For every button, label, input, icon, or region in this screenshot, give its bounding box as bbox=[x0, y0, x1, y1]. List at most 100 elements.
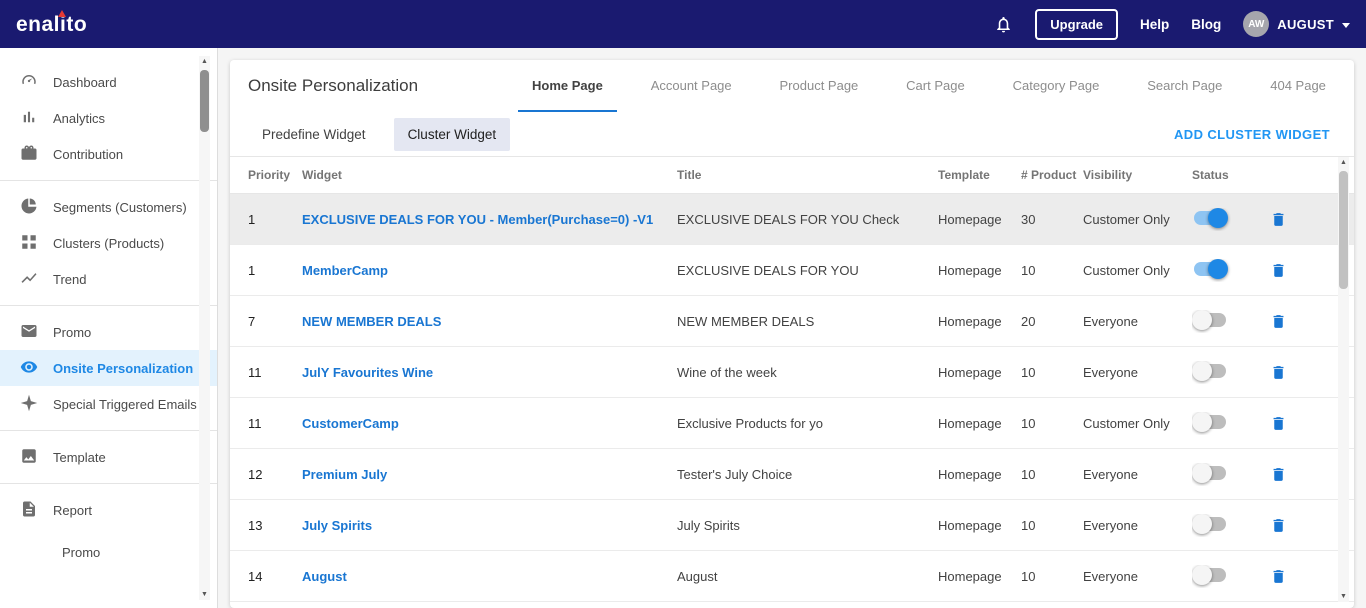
delete-icon[interactable] bbox=[1270, 517, 1318, 534]
tab-account-page[interactable]: Account Page bbox=[637, 60, 746, 112]
row-title: Exclusive Products for yo bbox=[677, 415, 823, 431]
sidebar-item-clusters-products[interactable]: Clusters (Products) bbox=[0, 225, 217, 261]
scroll-down-arrow[interactable]: ▼ bbox=[1338, 591, 1349, 602]
sidebar-item-trend[interactable]: Trend bbox=[0, 261, 217, 297]
logo-accent-triangle bbox=[58, 10, 66, 17]
sidebar-item-analytics[interactable]: Analytics bbox=[0, 100, 217, 136]
table-row: 14 August August Homepage 10 Everyone bbox=[230, 551, 1354, 602]
column-header-template: Template bbox=[938, 168, 990, 182]
row-product-count: 30 bbox=[1021, 211, 1036, 227]
toggle-knob bbox=[1192, 564, 1212, 585]
row-visibility: Everyone bbox=[1083, 568, 1138, 584]
column-header-title: Title bbox=[677, 168, 702, 182]
notification-bell-icon[interactable] bbox=[994, 15, 1013, 34]
scroll-thumb[interactable] bbox=[200, 70, 209, 132]
scroll-up-arrow[interactable]: ▲ bbox=[199, 56, 210, 67]
tab-home-page[interactable]: Home Page bbox=[518, 60, 617, 112]
tab-product-page[interactable]: Product Page bbox=[766, 60, 873, 112]
status-toggle[interactable] bbox=[1192, 207, 1228, 228]
widget-link[interactable]: Premium July bbox=[302, 467, 387, 482]
sidebar-item-dashboard[interactable]: Dashboard bbox=[0, 64, 217, 100]
status-toggle[interactable] bbox=[1192, 564, 1228, 585]
toggle-knob bbox=[1192, 462, 1212, 483]
scroll-thumb[interactable] bbox=[1339, 171, 1348, 289]
sidebar-item-report[interactable]: Report bbox=[0, 492, 217, 528]
sidebar: Dashboard Analytics Contribution Segment… bbox=[0, 48, 218, 608]
template-image-icon bbox=[20, 447, 38, 468]
sidebar-item-onsite-personalization[interactable]: Onsite Personalization bbox=[0, 350, 217, 386]
row-product-count: 20 bbox=[1021, 313, 1036, 329]
row-template-name: Homepage bbox=[938, 364, 1002, 380]
subtab-predefine-widget[interactable]: Predefine Widget bbox=[248, 118, 380, 151]
sidebar-item-label: Template bbox=[53, 449, 106, 465]
table-row: 11 JulY Favourites Wine Wine of the week… bbox=[230, 347, 1354, 398]
sidebar-scrollbar[interactable]: ▲ ▼ bbox=[199, 56, 210, 600]
subtab-cluster-widget[interactable]: Cluster Widget bbox=[393, 117, 511, 151]
delete-icon[interactable] bbox=[1270, 568, 1318, 585]
status-toggle[interactable] bbox=[1192, 411, 1228, 432]
sidebar-item-promo[interactable]: Promo bbox=[0, 314, 217, 350]
promo-envelope-icon bbox=[20, 322, 38, 343]
row-template-name: Homepage bbox=[938, 568, 1002, 584]
sidebar-item-label: Onsite Personalization bbox=[53, 360, 194, 376]
scroll-up-arrow[interactable]: ▲ bbox=[1338, 157, 1349, 168]
row-priority: 11 bbox=[248, 415, 262, 431]
row-product-count: 10 bbox=[1021, 364, 1036, 380]
column-header-priority: Priority bbox=[248, 168, 291, 182]
toggle-knob bbox=[1208, 207, 1228, 228]
sidebar-item-special-triggered-emails[interactable]: Special Triggered Emails bbox=[0, 386, 217, 422]
onsite-personalization-eye-icon bbox=[20, 358, 38, 379]
delete-icon[interactable] bbox=[1270, 211, 1318, 228]
status-toggle[interactable] bbox=[1192, 258, 1228, 279]
widget-link[interactable]: NEW MEMBER DEALS bbox=[302, 314, 441, 329]
sidebar-divider bbox=[0, 305, 217, 306]
row-title: Tester's July Choice bbox=[677, 466, 793, 482]
scroll-down-arrow[interactable]: ▼ bbox=[199, 589, 210, 600]
sidebar-divider bbox=[0, 483, 217, 484]
sidebar-item-label: Dashboard bbox=[53, 74, 117, 90]
sidebar-item-label: Promo bbox=[53, 324, 92, 340]
sidebar-subitem-promo[interactable]: Promo bbox=[0, 534, 217, 570]
widget-link[interactable]: August bbox=[302, 569, 347, 584]
tab-404-page[interactable]: 404 Page bbox=[1256, 60, 1340, 112]
sidebar-item-label: Clusters (Products) bbox=[53, 235, 165, 251]
tab-cart-page[interactable]: Cart Page bbox=[892, 60, 979, 112]
add-cluster-widget-button[interactable]: ADD CLUSTER WIDGET bbox=[1174, 127, 1330, 142]
sidebar-item-label: Special Triggered Emails bbox=[53, 396, 197, 412]
triggered-emails-sparkle-icon bbox=[20, 394, 38, 415]
tab-category-page[interactable]: Category Page bbox=[999, 60, 1114, 112]
help-link[interactable]: Help bbox=[1140, 17, 1169, 32]
card-header: Onsite Personalization Home Page Account … bbox=[230, 60, 1354, 112]
widget-type-tabs: Predefine Widget Cluster Widget bbox=[248, 117, 511, 151]
status-toggle[interactable] bbox=[1192, 309, 1228, 330]
tab-search-page[interactable]: Search Page bbox=[1133, 60, 1236, 112]
row-priority: 12 bbox=[248, 466, 263, 482]
table-scrollbar[interactable]: ▲ ▼ bbox=[1338, 157, 1349, 602]
delete-icon[interactable] bbox=[1270, 262, 1318, 279]
widget-link[interactable]: July Spirits bbox=[302, 518, 372, 533]
row-visibility: Everyone bbox=[1083, 466, 1138, 482]
widget-link[interactable]: MemberCamp bbox=[302, 263, 388, 278]
page-tabs: Home Page Account Page Product Page Cart Pa… bbox=[518, 60, 1340, 112]
status-toggle[interactable] bbox=[1192, 360, 1228, 381]
row-template-name: Homepage bbox=[938, 262, 1002, 278]
delete-icon[interactable] bbox=[1270, 313, 1318, 330]
widget-link[interactable]: CustomerCamp bbox=[302, 416, 399, 431]
row-product-count: 10 bbox=[1021, 568, 1036, 584]
status-toggle[interactable] bbox=[1192, 462, 1228, 483]
delete-icon[interactable] bbox=[1270, 364, 1318, 381]
widget-link[interactable]: JulY Favourites Wine bbox=[302, 365, 433, 380]
delete-icon[interactable] bbox=[1270, 415, 1318, 432]
widget-link[interactable]: EXCLUSIVE DEALS FOR YOU - Member(Purchas… bbox=[302, 212, 653, 227]
row-product-count: 10 bbox=[1021, 262, 1036, 278]
row-title: July Spirits bbox=[677, 517, 740, 533]
upgrade-button[interactable]: Upgrade bbox=[1035, 8, 1119, 40]
sidebar-item-contribution[interactable]: Contribution bbox=[0, 136, 217, 172]
delete-icon[interactable] bbox=[1270, 466, 1318, 483]
user-menu[interactable]: AW AUGUST bbox=[1243, 11, 1350, 37]
table-row: 7 NEW MEMBER DEALS NEW MEMBER DEALS Home… bbox=[230, 296, 1354, 347]
blog-link[interactable]: Blog bbox=[1191, 17, 1221, 32]
status-toggle[interactable] bbox=[1192, 513, 1228, 534]
sidebar-item-segments-customers[interactable]: Segments (Customers) bbox=[0, 189, 217, 225]
sidebar-item-template[interactable]: Template bbox=[0, 439, 217, 475]
